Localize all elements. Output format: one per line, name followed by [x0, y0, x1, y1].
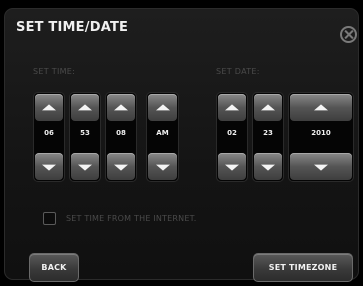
chevron-down-icon [114, 164, 128, 171]
chevron-up-icon [114, 103, 128, 110]
minute-value: 53 [80, 129, 90, 137]
second-value: 08 [116, 129, 126, 137]
day-stepper: 23 [252, 92, 284, 182]
chevron-down-icon [78, 164, 92, 171]
month-value: 02 [227, 129, 237, 137]
day-down-button[interactable] [254, 153, 282, 180]
chevron-up-icon [155, 103, 170, 110]
month-down-button[interactable] [218, 153, 246, 180]
year-value: 2010 [311, 129, 331, 137]
minute-down-button[interactable] [71, 153, 99, 180]
year-stepper: 2010 [288, 92, 354, 182]
month-up-button[interactable] [218, 94, 246, 121]
ampm-up-button[interactable] [148, 94, 177, 121]
hour-up-button[interactable] [35, 94, 63, 121]
set-date-label: SET DATE: [216, 67, 260, 76]
chevron-up-icon [78, 103, 92, 110]
ampm-stepper: AM [146, 92, 179, 182]
hour-value: 06 [44, 129, 54, 137]
year-down-button[interactable] [290, 153, 352, 180]
minute-up-button[interactable] [71, 94, 99, 121]
hour-down-button[interactable] [35, 153, 63, 180]
internet-sync-checkbox[interactable] [43, 212, 56, 225]
back-button[interactable]: BACK [29, 253, 79, 282]
chevron-down-icon [155, 164, 170, 171]
close-icon[interactable] [340, 26, 357, 43]
chevron-down-icon [225, 164, 239, 171]
chevron-down-icon [261, 164, 275, 171]
day-value: 23 [263, 129, 273, 137]
chevron-down-icon [314, 164, 328, 171]
ampm-value: AM [156, 129, 169, 137]
second-down-button[interactable] [107, 153, 135, 180]
hour-stepper: 06 [33, 92, 65, 182]
month-stepper: 02 [216, 92, 248, 182]
chevron-up-icon [225, 103, 239, 110]
chevron-up-icon [261, 103, 275, 110]
dialog-title: SET TIME/DATE [16, 20, 129, 35]
day-up-button[interactable] [254, 94, 282, 121]
chevron-up-icon [42, 103, 56, 110]
internet-sync-label: SET TIME FROM THE INTERNET. [66, 214, 197, 223]
chevron-down-icon [42, 164, 56, 171]
minute-stepper: 53 [69, 92, 101, 182]
chevron-up-icon [314, 103, 328, 110]
set-time-date-dialog: SET TIME/DATE SET TIME: SET DATE: 06 53 … [4, 8, 359, 282]
set-timezone-button[interactable]: SET TIMEZONE [253, 253, 353, 282]
second-stepper: 08 [105, 92, 137, 182]
second-up-button[interactable] [107, 94, 135, 121]
ampm-down-button[interactable] [148, 153, 177, 180]
year-up-button[interactable] [290, 94, 352, 121]
set-time-label: SET TIME: [33, 67, 76, 76]
